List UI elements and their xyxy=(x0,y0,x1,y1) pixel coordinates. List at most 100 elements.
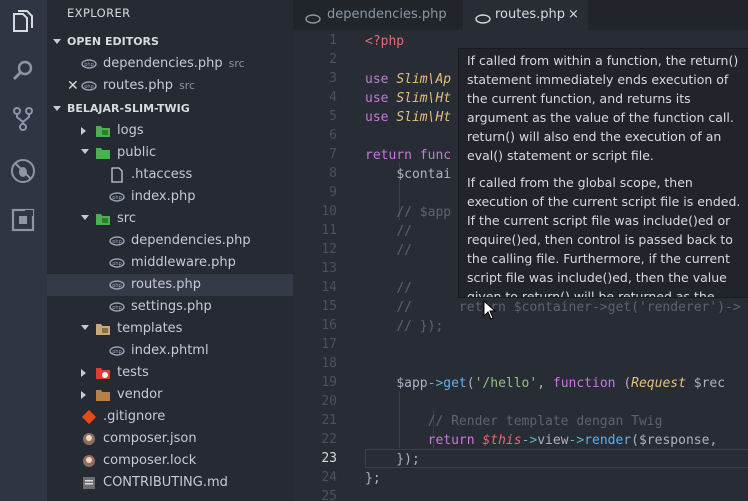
tree-folder[interactable]: vendor xyxy=(47,384,293,406)
file-icon xyxy=(109,167,125,183)
chevron-right-icon[interactable] xyxy=(81,391,86,399)
line-number: 11 xyxy=(321,223,337,238)
folder-icon xyxy=(95,123,111,139)
tab-dependencies[interactable]: dependencies.php xyxy=(293,0,463,30)
tree-item-label: CONTRIBUTING.md xyxy=(103,475,228,490)
debug-icon[interactable] xyxy=(9,157,37,185)
chevron-down-icon[interactable] xyxy=(81,325,89,330)
chevron-right-icon[interactable] xyxy=(81,127,86,135)
open-editor-path: src xyxy=(228,57,245,70)
current-line-highlight xyxy=(365,449,748,468)
tab-routes[interactable]: routes.php × xyxy=(463,0,588,30)
line-number-gutter: 1 2 3 4 5 6 7 8 9 10 11 12 13 14 15 16 17 18 19 20 21 22 23 24 2… xyxy=(293,30,345,501)
tree-item-label: composer.json xyxy=(103,431,197,446)
tree-item-label: composer.lock xyxy=(103,453,197,468)
tree-item-label: .htaccess xyxy=(131,167,193,182)
svg-text:php: php xyxy=(84,84,94,90)
mouse-cursor-icon xyxy=(483,299,497,324)
tree-file[interactable]: php settings.php xyxy=(47,296,293,318)
project-header[interactable]: BELAJAR-SLIM-TWIG xyxy=(53,102,190,115)
svg-text:php: php xyxy=(112,195,122,201)
explorer-sidebar: EXPLORER OPEN EDITORS php dependencies.p… xyxy=(47,0,293,501)
tree-file[interactable]: .htaccess xyxy=(47,164,293,186)
php-file-icon: php xyxy=(109,343,125,359)
git-icon xyxy=(81,409,97,425)
explorer-title: EXPLORER xyxy=(67,6,131,20)
line-number: 8 xyxy=(329,166,337,181)
hover-paragraph: If called from within a function, the re… xyxy=(467,53,739,163)
composer-icon xyxy=(81,431,97,447)
line-number: 10 xyxy=(321,204,337,219)
folder-icon xyxy=(95,365,111,381)
svg-text:php: php xyxy=(112,261,122,267)
folder-icon xyxy=(95,321,111,337)
open-editor-name: routes.php xyxy=(103,78,173,93)
source-control-icon[interactable] xyxy=(9,105,37,133)
svg-text:php: php xyxy=(112,283,122,289)
tree-file[interactable]: php index.phtml xyxy=(47,340,293,362)
composer-icon xyxy=(81,453,97,469)
tree-folder[interactable]: logs xyxy=(47,120,293,142)
extensions-icon[interactable] xyxy=(9,206,37,234)
folder-icon xyxy=(95,211,111,227)
tree-item-label: src xyxy=(117,211,136,226)
tree-folder[interactable]: templates xyxy=(47,318,293,340)
php-file-icon: php xyxy=(81,56,97,72)
close-tab-icon[interactable]: × xyxy=(568,0,579,30)
tree-file[interactable]: php index.php xyxy=(47,186,293,208)
tree-item-label: middleware.php xyxy=(131,255,236,270)
line-number: 23 xyxy=(321,451,337,466)
tree-file[interactable]: php dependencies.php xyxy=(47,230,293,252)
tree-item-label: index.phtml xyxy=(131,343,209,358)
tree-folder[interactable]: tests xyxy=(47,362,293,384)
line-number: 13 xyxy=(321,261,337,276)
php-file-icon: php xyxy=(109,255,125,271)
files-icon[interactable] xyxy=(9,8,37,36)
search-icon[interactable] xyxy=(9,56,37,84)
svg-text:php: php xyxy=(112,349,122,355)
php-file-icon: php xyxy=(109,299,125,315)
tree-folder[interactable]: public xyxy=(47,142,293,164)
tree-item-label: .gitignore xyxy=(103,409,166,424)
markdown-file-icon xyxy=(81,475,97,491)
tree-folder[interactable]: src xyxy=(47,208,293,230)
tab-bar: dependencies.php routes.php × xyxy=(293,0,748,30)
open-editor-name: dependencies.php xyxy=(103,56,223,71)
php-file-icon: php xyxy=(81,78,97,94)
tree-file[interactable]: composer.lock xyxy=(47,450,293,472)
chevron-down-icon[interactable] xyxy=(81,149,89,154)
tree-item-label: public xyxy=(117,145,157,160)
tree-file[interactable]: composer.json xyxy=(47,428,293,450)
tree-file[interactable]: php middleware.php xyxy=(47,252,293,274)
line-number: 21 xyxy=(321,413,337,428)
tree-item-label: settings.php xyxy=(131,299,212,314)
line-number: 14 xyxy=(321,280,337,295)
open-editor-item[interactable]: ✕ php routes.php src xyxy=(47,75,293,97)
chevron-down-icon[interactable] xyxy=(81,215,89,220)
line-number: 18 xyxy=(321,356,337,371)
tree-file[interactable]: CONTRIBUTING.md xyxy=(47,472,293,494)
tree-file[interactable]: .gitignore xyxy=(47,406,293,428)
svg-text:php: php xyxy=(112,239,122,245)
tree-file[interactable]: php routes.php xyxy=(47,274,293,296)
line-number: 4 xyxy=(329,90,337,105)
folder-icon xyxy=(95,387,111,403)
close-editor-icon[interactable]: ✕ xyxy=(67,75,79,97)
php-file-icon: php xyxy=(109,189,125,205)
line-number: 25 xyxy=(321,489,337,501)
line-number: 16 xyxy=(321,318,337,333)
hover-documentation-tooltip: If called from within a function, the re… xyxy=(458,48,748,298)
tree-item-label: logs xyxy=(117,123,144,138)
tree-item-label: templates xyxy=(117,321,183,336)
line-number: 22 xyxy=(321,432,337,447)
svg-text:php: php xyxy=(84,62,94,68)
open-editors-header[interactable]: OPEN EDITORS xyxy=(53,35,159,48)
php-file-icon: php xyxy=(109,233,125,249)
chevron-right-icon[interactable] xyxy=(81,369,86,377)
line-number: 12 xyxy=(321,242,337,257)
folder-icon xyxy=(95,145,111,161)
activity-bar xyxy=(0,0,47,501)
php-file-icon: php xyxy=(109,277,125,293)
open-editor-item[interactable]: php dependencies.php src xyxy=(47,53,293,75)
tree-item-label: routes.php xyxy=(131,277,201,292)
